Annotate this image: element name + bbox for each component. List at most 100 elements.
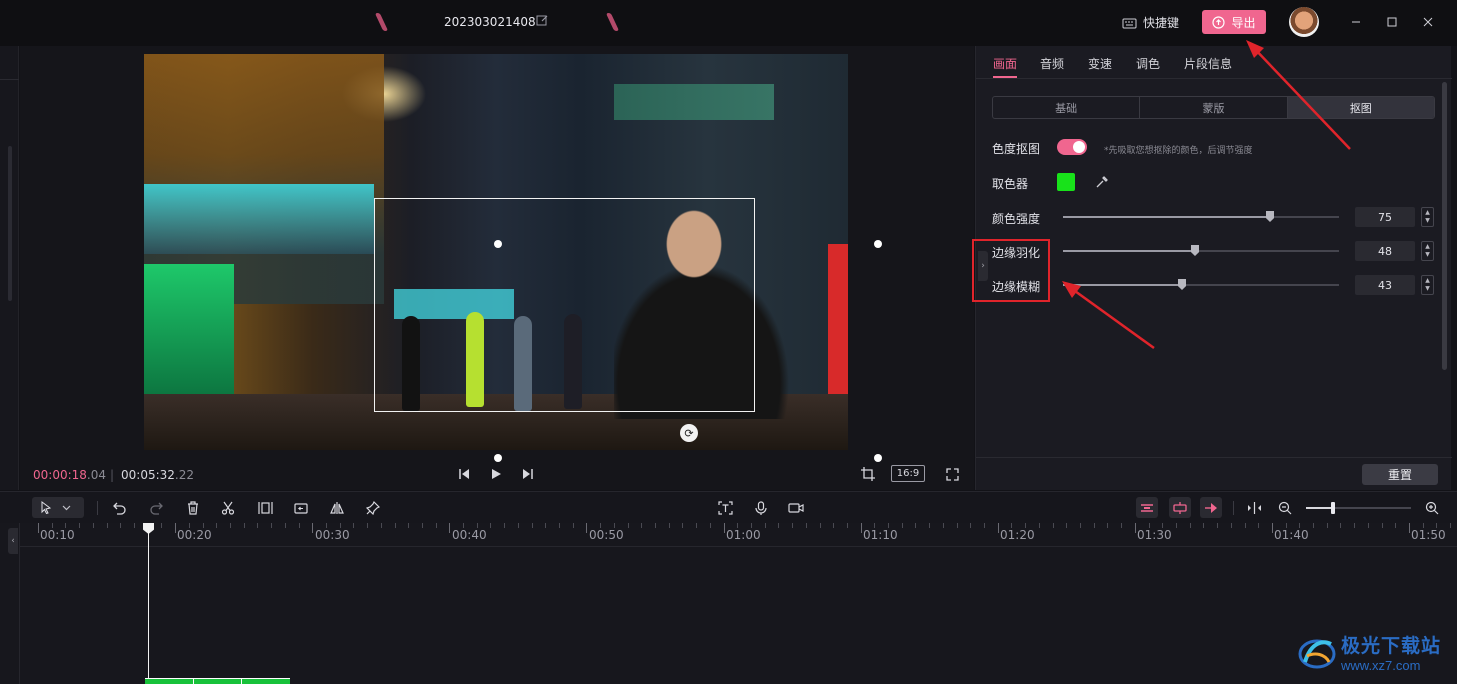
slider-knob[interactable] bbox=[1331, 502, 1335, 514]
ruler-tick bbox=[1148, 523, 1150, 528]
ruler-tick bbox=[1038, 523, 1040, 528]
microphone-icon[interactable] bbox=[753, 500, 769, 516]
minimize-icon[interactable] bbox=[1347, 13, 1365, 31]
maximize-icon[interactable] bbox=[1383, 13, 1401, 31]
timeline-area[interactable]: 00:10 00:20 00:30 00:40 00:50 01:00 01:1… bbox=[20, 523, 1457, 684]
undo-icon[interactable] bbox=[112, 500, 128, 516]
edge-feather-slider[interactable] bbox=[1063, 245, 1339, 256]
ruler-tick bbox=[860, 523, 862, 533]
edit-icon[interactable] bbox=[536, 14, 549, 27]
annotation-arrow bbox=[1062, 281, 1155, 350]
color-intensity-input[interactable]: 75 bbox=[1355, 207, 1415, 227]
timeline-zoom-slider[interactable] bbox=[1306, 502, 1411, 514]
edge-blur-input[interactable]: 43 bbox=[1355, 275, 1415, 295]
player-panel: ⟳ 00:00:18.04 | 00:05:32.22 16:9 bbox=[20, 46, 974, 490]
crop-icon[interactable] bbox=[860, 466, 876, 482]
snap-icon[interactable] bbox=[1136, 497, 1158, 518]
close-icon[interactable] bbox=[1419, 13, 1437, 31]
export-label: 导出 bbox=[1231, 15, 1256, 30]
avatar[interactable] bbox=[1289, 7, 1319, 37]
ruler-tick bbox=[202, 523, 204, 528]
tab-clip-info[interactable]: 片段信息 bbox=[1184, 55, 1232, 72]
split-icon[interactable] bbox=[220, 500, 236, 516]
export-button[interactable]: 导出 bbox=[1202, 10, 1266, 34]
ruler-tick bbox=[1203, 523, 1205, 528]
ruler-tick bbox=[1395, 523, 1397, 528]
skip-end-icon[interactable] bbox=[520, 466, 536, 482]
eyedropper-icon[interactable] bbox=[1094, 174, 1110, 190]
resize-handle[interactable] bbox=[874, 240, 882, 248]
freeze-icon[interactable] bbox=[257, 500, 273, 516]
slider-knob[interactable] bbox=[1266, 211, 1274, 222]
resize-handle[interactable] bbox=[494, 240, 502, 248]
ruler-tick bbox=[819, 523, 821, 528]
annotation-arrow bbox=[1246, 40, 1351, 150]
fullscreen-icon[interactable] bbox=[944, 466, 960, 482]
picture-segment-control: 基础 蒙版 抠图 bbox=[992, 96, 1435, 119]
media-scrollbar[interactable] bbox=[8, 146, 12, 301]
total-time: 00:05:32.22 bbox=[121, 468, 194, 482]
ruler-tick bbox=[435, 523, 437, 528]
ruler-tick bbox=[79, 523, 81, 528]
pin-icon[interactable] bbox=[365, 500, 381, 516]
ruler-tick bbox=[901, 523, 903, 528]
select-tool-dropdown[interactable] bbox=[32, 497, 84, 518]
redo-icon[interactable] bbox=[148, 500, 164, 516]
ruler-label: 01:10 bbox=[863, 528, 898, 542]
ruler-tick bbox=[723, 523, 725, 533]
ruler-tick bbox=[339, 523, 341, 528]
stepper-icon[interactable]: ▲ ▼ bbox=[1421, 207, 1434, 227]
stepper-icon[interactable]: ▲ ▼ bbox=[1421, 241, 1434, 261]
ruler-tick bbox=[1367, 523, 1369, 528]
playhead[interactable] bbox=[148, 523, 149, 684]
preview-axis-icon[interactable] bbox=[1200, 497, 1222, 518]
split-axis-icon[interactable] bbox=[1246, 500, 1262, 516]
delete-icon[interactable] bbox=[185, 500, 201, 516]
chroma-key-toggle[interactable] bbox=[1057, 139, 1087, 155]
tab-color[interactable]: 调色 bbox=[1136, 55, 1160, 72]
project-name[interactable]: 202303021408 bbox=[444, 15, 536, 29]
zoom-out-icon[interactable] bbox=[1277, 500, 1293, 516]
link-icon[interactable] bbox=[1169, 497, 1191, 518]
color-intensity-slider[interactable] bbox=[1063, 211, 1339, 222]
camera-record-icon[interactable] bbox=[788, 500, 804, 516]
chevron-left-icon[interactable]: ‹ bbox=[8, 528, 18, 554]
overlay-selection-box[interactable] bbox=[374, 198, 755, 412]
ruler-label: 01:50 bbox=[1411, 528, 1446, 542]
slider-knob[interactable] bbox=[1191, 245, 1199, 256]
tab-audio[interactable]: 音频 bbox=[1040, 55, 1064, 72]
reverse-icon[interactable] bbox=[293, 500, 309, 516]
ruler-tick bbox=[1175, 523, 1177, 528]
picked-color-swatch[interactable] bbox=[1057, 173, 1075, 191]
aspect-ratio-button[interactable]: 16:9 bbox=[891, 465, 925, 482]
ruler-tick bbox=[1066, 523, 1068, 528]
panel-scrollbar[interactable] bbox=[1442, 82, 1447, 370]
ruler-tick bbox=[1134, 523, 1136, 533]
ruler-label: 00:20 bbox=[177, 528, 212, 542]
text-recognition-icon[interactable] bbox=[717, 500, 733, 516]
slider-knob[interactable] bbox=[1178, 279, 1186, 290]
tab-picture[interactable]: 画面 bbox=[993, 55, 1017, 72]
skip-start-icon[interactable] bbox=[456, 466, 472, 482]
segment-basic[interactable]: 基础 bbox=[993, 97, 1141, 118]
ruler-tick bbox=[750, 523, 752, 528]
reset-button[interactable]: 重置 bbox=[1362, 464, 1438, 485]
shortcut-button[interactable]: 快捷键 bbox=[1122, 14, 1179, 31]
tab-speed[interactable]: 变速 bbox=[1088, 55, 1112, 72]
timeline-clip[interactable] bbox=[145, 678, 290, 684]
mirror-icon[interactable] bbox=[329, 500, 345, 516]
play-icon[interactable] bbox=[488, 466, 504, 482]
edge-feather-input[interactable]: 48 bbox=[1355, 241, 1415, 261]
rotate-icon[interactable]: ⟳ bbox=[680, 424, 698, 442]
ruler-tick bbox=[161, 523, 163, 528]
stepper-icon[interactable]: ▲ ▼ bbox=[1421, 275, 1434, 295]
time-ruler[interactable]: 00:10 00:20 00:30 00:40 00:50 01:00 01:1… bbox=[20, 523, 1457, 547]
zoom-in-icon[interactable] bbox=[1424, 500, 1440, 516]
ruler-tick bbox=[682, 523, 684, 528]
timeline-toolbar bbox=[0, 491, 1457, 523]
ruler-tick bbox=[654, 523, 656, 528]
watermark: 极光下载站 www.xz7.com bbox=[1297, 631, 1441, 673]
ruler-tick bbox=[353, 523, 355, 528]
ruler-tick bbox=[1409, 523, 1410, 533]
ruler-tick bbox=[216, 523, 218, 528]
